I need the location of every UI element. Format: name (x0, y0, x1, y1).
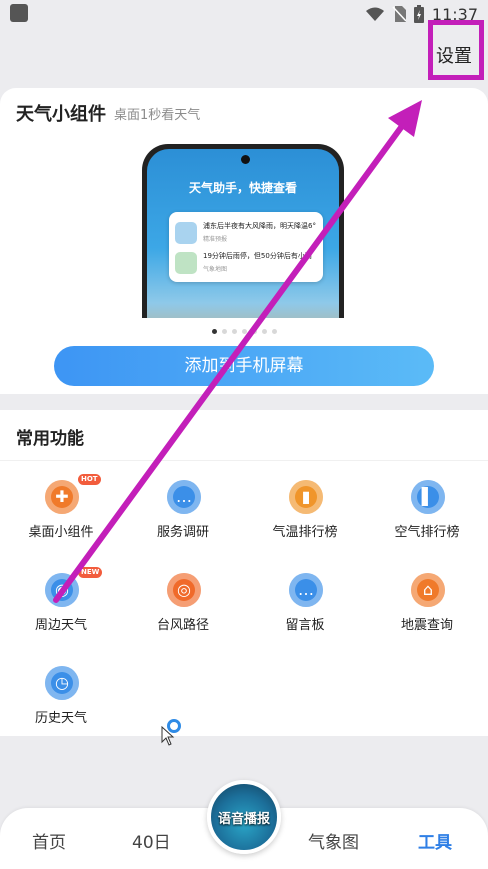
add-to-home-screen-button[interactable]: 添加到手机屏幕 (54, 346, 434, 386)
feature-label: 周边天气 (34, 618, 87, 633)
location-weather-icon: ◉ (45, 573, 79, 607)
preview-row-sub: 气象地图 (203, 266, 228, 273)
cloud-icon (175, 222, 197, 244)
feature-label: 服务调研 (156, 525, 209, 540)
preview-widget: 浦东后半夜有大风降雨，明天降温6° 精准预报 19分钟后雨停，但50分钟后有小雨… (169, 212, 323, 282)
feature-item[interactable]: … 服务调研 (122, 470, 244, 560)
page-header: 设置 (0, 28, 488, 86)
feature-label: 桌面小组件 (28, 525, 94, 540)
widget-preview-carousel[interactable]: 天气助手，快捷查看 浦东后半夜有大风降雨，明天降温6° 精准预报 19分钟后雨停… (0, 134, 488, 318)
earthquake-icon: ⌂ (411, 573, 445, 607)
divider (0, 460, 488, 461)
feature-label: 历史天气 (34, 711, 87, 726)
widget-card-title: 天气小组件 (16, 104, 106, 125)
phone-screen: 天气助手，快捷查看 浦东后半夜有大风降雨，明天降温6° 精准预报 19分钟后雨停… (147, 149, 339, 318)
thermometer-icon: ▮ (289, 480, 323, 514)
pager-dot (271, 329, 277, 334)
widget-card: 天气小组件 桌面1秒看天气 天气助手，快捷查看 浦东后半夜有大风降雨，明天降温6… (0, 88, 488, 394)
feature-item[interactable]: … 留言板 (244, 563, 366, 653)
feature-label: 地震查询 (400, 618, 453, 633)
feature-item[interactable]: ⌂ 地震查询 (366, 563, 488, 653)
feature-label: 留言板 (285, 618, 325, 633)
pager-dot (261, 329, 267, 334)
calendar-clock-icon: ◷ (45, 666, 79, 700)
nav-weather-map[interactable]: 气象图 (308, 828, 359, 853)
preview-row: 19分钟后雨停，但50分钟后有小雨 气象地图 (175, 250, 317, 278)
puzzle-icon: ✚ (45, 480, 79, 514)
map-pin-icon (175, 252, 197, 274)
nav-home[interactable]: 首页 (32, 828, 66, 853)
phone-camera (241, 155, 250, 164)
preview-row-text: 19分钟后雨停，但50分钟后有小雨 (203, 252, 312, 260)
feature-item[interactable]: ◎ 台风路径 (122, 563, 244, 653)
nav-tools[interactable]: 工具 (418, 828, 452, 853)
nav-40-day[interactable]: 40日 (132, 828, 171, 853)
pager-dot (221, 329, 227, 334)
preview-row-text: 浦东后半夜有大风降雨，明天降温6° (203, 222, 316, 230)
carousel-pager (0, 329, 488, 334)
feature-item[interactable]: ▌ 空气排行榜 (366, 470, 488, 560)
feature-badge: HOT (78, 474, 101, 485)
preview-headline: 天气助手，快捷查看 (188, 181, 297, 195)
voice-broadcast-button[interactable]: 语音播报 (207, 780, 281, 854)
feature-badge: NEW (78, 567, 103, 578)
features-title: 常用功能 (16, 429, 84, 449)
annotation-highlight-box (428, 20, 484, 80)
feature-item[interactable]: ✚ HOT 桌面小组件 (0, 470, 122, 560)
pager-dot (211, 329, 217, 334)
preview-row: 浦东后半夜有大风降雨，明天降温6° 精准预报 (175, 220, 317, 248)
widget-card-subtitle: 桌面1秒看天气 (114, 108, 201, 123)
notification-icon (10, 4, 28, 22)
wifi-icon (365, 7, 384, 21)
voice-broadcast-label: 语音播报 (217, 812, 270, 827)
feature-item[interactable]: ▮ 气温排行榜 (244, 470, 366, 560)
status-bar: 11:37 (0, 0, 488, 28)
message-icon: … (167, 480, 201, 514)
feature-label: 空气排行榜 (394, 525, 460, 540)
feature-item[interactable]: ◉ NEW 周边天气 (0, 563, 122, 653)
bar-chart-icon: ▌ (411, 480, 445, 514)
feature-label: 台风路径 (156, 618, 209, 633)
battery-charging-icon (413, 5, 424, 23)
no-sim-icon (392, 6, 406, 22)
typhoon-icon: ◎ (167, 573, 201, 607)
chat-icon: … (289, 573, 323, 607)
feature-item[interactable]: ◷ 历史天气 (0, 656, 122, 746)
phone-mockup: 天气助手，快捷查看 浦东后半夜有大风降雨，明天降温6° 精准预报 19分钟后雨停… (142, 144, 344, 318)
features-card: 常用功能 ✚ HOT 桌面小组件 … 服务调研 ▮ 气温排行榜 ▌ 空气排行榜 ◉ NEW 周边天气 ◎… (0, 410, 488, 736)
pager-dot (241, 329, 247, 334)
preview-row-sub: 精准预报 (203, 236, 228, 243)
pager-dot (231, 329, 237, 334)
pager-dot (251, 329, 257, 334)
mouse-cursor-icon (161, 726, 175, 746)
feature-label: 气温排行榜 (272, 525, 338, 540)
